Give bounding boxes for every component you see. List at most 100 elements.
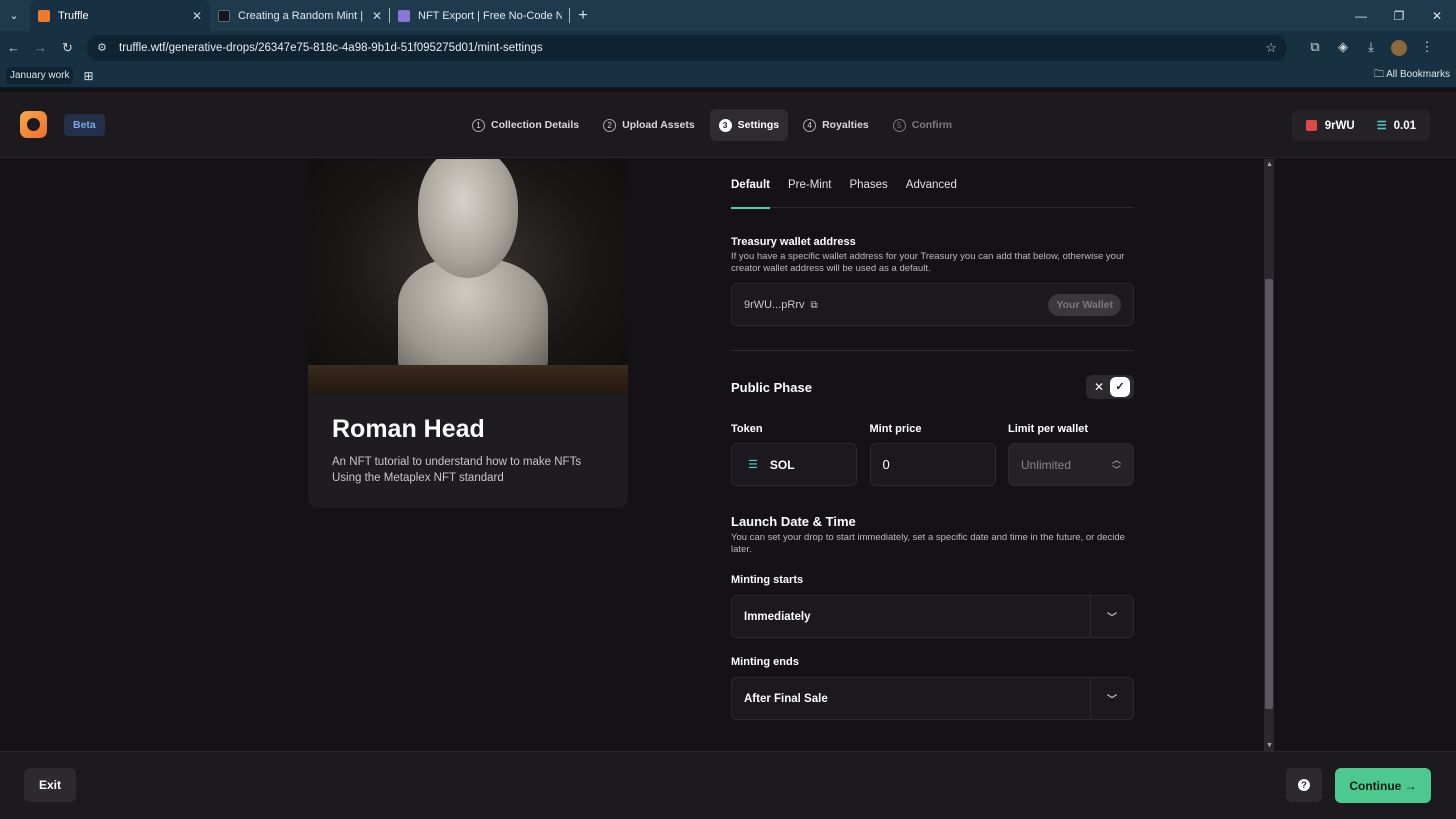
divider: [731, 350, 1134, 351]
step-label: Royalties: [822, 119, 869, 131]
step-label: Settings: [737, 119, 780, 131]
step-collection-details[interactable]: 1 Collection Details: [463, 109, 588, 141]
tab-search-icon[interactable]: ⌄: [0, 0, 28, 31]
limit-label: Limit per wallet: [1008, 423, 1089, 435]
bookmark-star-icon[interactable]: ☆: [1265, 40, 1277, 56]
step-label: Collection Details: [491, 119, 580, 131]
wallet-button[interactable]: 9rWU ☰ 0.01: [1291, 110, 1430, 141]
scroll-down-icon[interactable]: ▼: [1266, 742, 1273, 749]
minting-starts-select[interactable]: Immediately ﹀: [731, 595, 1134, 638]
mint-settings-form: Default Pre-Mint Phases Advanced Treasur…: [731, 159, 1134, 720]
public-phase-toggle[interactable]: ✕ ✓: [1086, 375, 1134, 399]
download-icon[interactable]: ⤓: [1357, 39, 1385, 56]
minting-ends-label: Minting ends: [731, 656, 799, 668]
minimize-icon[interactable]: —: [1342, 9, 1380, 23]
minting-starts-value: Immediately: [744, 610, 811, 623]
settings-tabs: Default Pre-Mint Phases Advanced: [731, 159, 1134, 209]
sol-balance: 0.01: [1393, 119, 1416, 132]
wallet-icon: [1305, 120, 1317, 131]
tab-title: Creating a Random Mint | Truffl: [238, 9, 366, 22]
step-settings[interactable]: 3 Settings: [709, 109, 789, 141]
browser-tab-nft-export[interactable]: NFT Export | Free No-Code NFT: [390, 0, 570, 31]
truffle-favicon-icon: [38, 9, 50, 22]
mint-price-input[interactable]: 0: [869, 443, 996, 486]
limit-value: Unlimited: [1021, 457, 1072, 472]
exit-button[interactable]: Exit: [24, 768, 76, 802]
close-window-icon[interactable]: ✕: [1418, 9, 1456, 23]
help-button[interactable]: ?: [1286, 768, 1322, 802]
collection-image: [308, 159, 628, 393]
collection-preview-card: Roman Head An NFT tutorial to understand…: [308, 159, 628, 508]
back-icon[interactable]: ←: [0, 40, 27, 55]
close-tab-icon[interactable]: ✕: [372, 9, 382, 23]
all-bookmarks[interactable]: 🗀 All Bookmarks: [1374, 67, 1450, 84]
beta-badge: Beta: [64, 114, 105, 136]
gitbook-favicon-icon: [218, 9, 230, 22]
tab-title: Truffle: [58, 9, 89, 22]
toggle-off-icon: ✕: [1093, 380, 1105, 394]
tab-pre-mint[interactable]: Pre-Mint: [788, 159, 831, 208]
tab-default[interactable]: Default: [731, 159, 770, 209]
step-confirm: 5 Confirm: [884, 109, 961, 141]
step-royalties[interactable]: 4 Royalties: [794, 109, 878, 141]
close-tab-icon[interactable]: ✕: [192, 9, 202, 23]
stepper-arrows-icon[interactable]: ︿ ﹀: [1112, 455, 1121, 475]
toggle-check-icon: ✓: [1110, 377, 1130, 397]
profile-icon[interactable]: [1385, 39, 1413, 56]
tab-advanced[interactable]: Advanced: [906, 159, 957, 208]
step-label: Confirm: [911, 119, 953, 131]
continue-button[interactable]: Continue →: [1335, 768, 1431, 803]
chevron-down-icon[interactable]: ﹀: [1090, 678, 1133, 719]
token-value: SOL: [769, 457, 795, 472]
copy-icon[interactable]: ⧉: [811, 300, 818, 311]
mint-price-label: Mint price: [869, 423, 922, 435]
browser-tab-truffle[interactable]: Truffle ✕: [30, 0, 210, 31]
stepper: 1 Collection Details 2 Upload Assets 3 S…: [463, 109, 967, 141]
table-surface: [308, 365, 628, 393]
your-wallet-button[interactable]: Your Wallet: [1048, 293, 1121, 316]
bookmarks-bar: January work ⊞ 🗀 All Bookmarks: [0, 64, 1456, 88]
launch-help: You can set your drop to start immediate…: [731, 532, 1125, 555]
step-upload-assets[interactable]: 2 Upload Assets: [594, 109, 704, 141]
solana-icon: ☰: [1376, 120, 1387, 132]
treasury-address-field[interactable]: 9rWU...pRrv ⧉ Your Wallet: [731, 283, 1134, 326]
solana-icon: ☰: [748, 459, 758, 471]
scrollbar[interactable]: ▲ ▼: [1264, 159, 1274, 751]
menu-icon[interactable]: ⋮: [1413, 39, 1441, 56]
chevron-down-icon[interactable]: ﹀: [1090, 596, 1133, 637]
truffle-logo[interactable]: [20, 111, 47, 138]
treasury-address: 9rWU...pRrv: [744, 298, 805, 311]
address-bar[interactable]: ⚙ truffle.wtf/generative-drops/26347e75-…: [87, 34, 1287, 61]
treasury-label: Treasury wallet address: [731, 236, 856, 248]
bookmark-folder-january-work[interactable]: January work: [6, 67, 74, 84]
browser-toolbar: ← → ↻ ⚙ truffle.wtf/generative-drops/263…: [0, 31, 1456, 64]
main-content: Roman Head An NFT tutorial to understand…: [0, 159, 1456, 751]
apps-grid-icon[interactable]: ⊞: [83, 69, 93, 83]
nft-export-favicon-icon: [398, 9, 410, 22]
scroll-up-icon[interactable]: ▲: [1266, 161, 1273, 168]
limit-per-wallet-input[interactable]: Unlimited ︿ ﹀: [1008, 443, 1134, 486]
footer-bar: Exit ? Continue →: [0, 751, 1456, 819]
minting-ends-value: After Final Sale: [744, 692, 828, 705]
reload-icon[interactable]: ↻: [54, 40, 81, 56]
site-info-icon[interactable]: ⚙: [97, 41, 111, 54]
step-number: 1: [472, 118, 485, 132]
new-tab-icon[interactable]: +: [570, 7, 596, 25]
token-label: Token: [731, 423, 763, 435]
tab-phases[interactable]: Phases: [849, 159, 887, 208]
forward-icon[interactable]: →: [27, 40, 54, 55]
collection-description: An NFT tutorial to understand how to mak…: [332, 456, 582, 484]
scrollbar-thumb[interactable]: [1265, 279, 1273, 709]
extensions-icon[interactable]: ⧉: [1301, 39, 1329, 56]
app-header: Beta 1 Collection Details 2 Upload Asset…: [0, 92, 1456, 158]
extension-icon[interactable]: ◈: [1329, 39, 1357, 56]
browser-tab-bar: ⌄ Truffle ✕ Creating a Random Mint | Tru…: [0, 0, 1456, 31]
step-number: 5: [892, 118, 906, 132]
wallet-name: 9rWU: [1324, 119, 1355, 132]
url-text[interactable]: truffle.wtf/generative-drops/26347e75-81…: [119, 42, 1265, 54]
minting-ends-select[interactable]: After Final Sale ﹀: [731, 677, 1134, 720]
browser-tab-creating-random-mint[interactable]: Creating a Random Mint | Truffl ✕: [210, 0, 390, 31]
token-select[interactable]: ☰ SOL: [731, 443, 857, 486]
all-bookmarks-label: All Bookmarks: [1386, 69, 1450, 80]
restore-icon[interactable]: ❐: [1380, 9, 1418, 23]
